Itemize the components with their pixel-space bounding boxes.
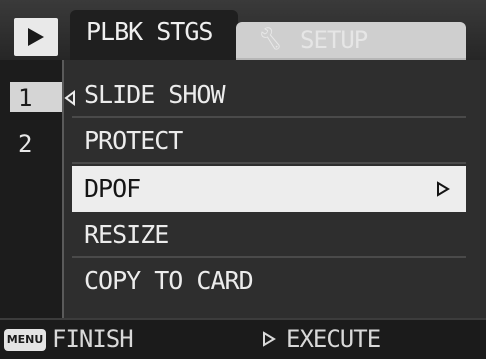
camera-menu-screen: PLBK STGS 🔧︎ SETUP 1 2 SLIDE SHOW PROTEC…	[0, 0, 486, 359]
execute-label: EXECUTE	[286, 325, 381, 353]
execute-arrow-icon	[263, 331, 276, 347]
menu-button-icon[interactable]: MENU	[4, 329, 46, 351]
chevron-left-icon	[64, 90, 75, 106]
menu-item-label: PROTECT	[84, 126, 183, 155]
playback-mode-icon	[14, 18, 58, 56]
menu-item-copy-to-card[interactable]: COPY TO CARD	[72, 258, 466, 304]
menu-item-slide-show[interactable]: SLIDE SHOW	[72, 72, 466, 118]
menu-item-label: SLIDE SHOW	[84, 80, 226, 109]
chevron-right-icon	[437, 181, 450, 197]
page-number-2[interactable]: 2	[18, 130, 32, 158]
menu-item-label: COPY TO CARD	[84, 266, 254, 295]
tab-setup-label: SETUP	[300, 26, 368, 54]
menu-item-protect[interactable]: PROTECT	[72, 118, 466, 164]
tab-bar: PLBK STGS 🔧︎ SETUP	[0, 0, 486, 60]
menu-item-resize[interactable]: RESIZE	[72, 212, 466, 258]
footer-bar: MENU FINISH EXECUTE	[0, 318, 486, 359]
menu-item-label: DPOF	[84, 174, 141, 203]
wrench-icon: 🔧︎	[255, 27, 283, 52]
menu-item-dpof[interactable]: DPOF	[72, 166, 466, 212]
tab-playback-settings-label: PLBK STGS	[86, 17, 213, 46]
menu-item-label: RESIZE	[84, 220, 169, 249]
finish-label: FINISH	[52, 325, 134, 353]
page-number-1[interactable]: 1	[18, 84, 32, 112]
